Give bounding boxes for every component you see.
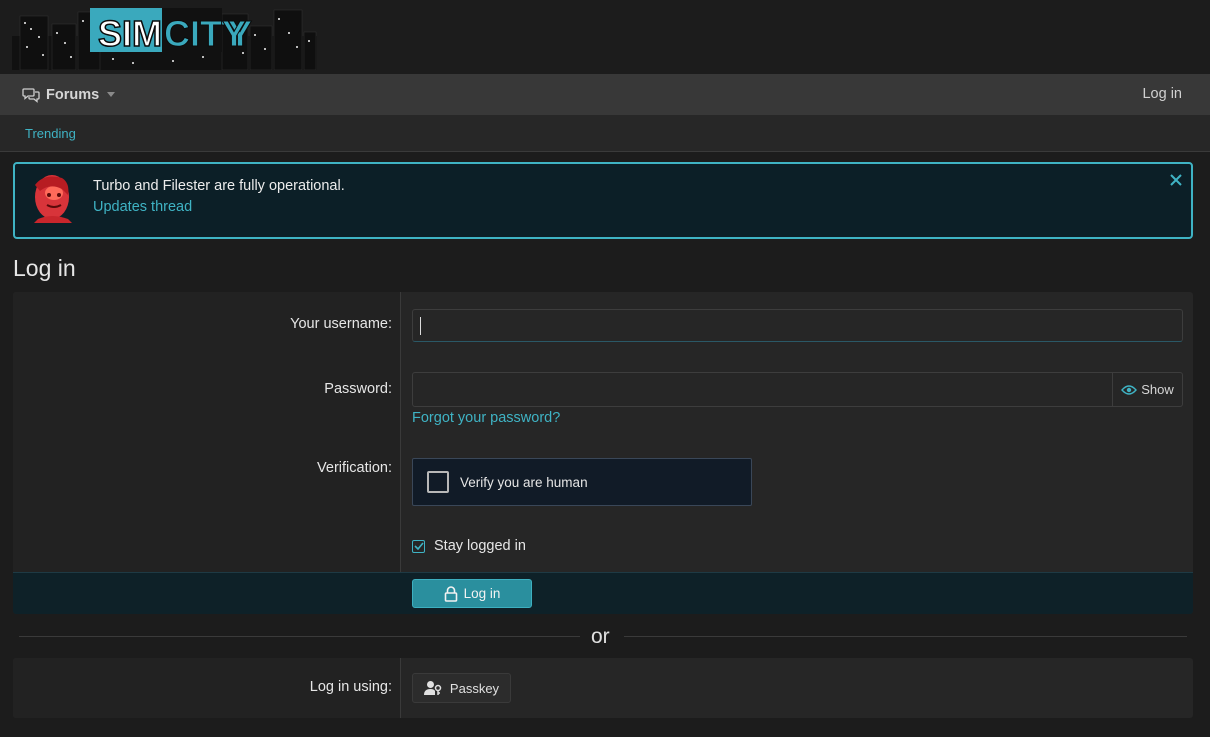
subnav-trending-link[interactable]: Trending	[25, 126, 76, 141]
page-title: Log in	[13, 255, 76, 281]
alt-login-block: Log in using: Passkey	[13, 658, 1193, 718]
login-using-label: Log in using:	[309, 679, 392, 695]
login-form: Your username: Password: Show Forgot you…	[13, 292, 1193, 614]
show-password-button[interactable]: Show	[1112, 373, 1182, 406]
user-key-icon	[423, 681, 442, 695]
captcha-widget: Verify you are human	[412, 458, 752, 506]
nav-forums-label: Forums	[46, 86, 100, 103]
text-cursor	[420, 317, 421, 335]
or-divider-text: or	[591, 625, 610, 648]
captcha-label: Verify you are human	[460, 474, 588, 490]
notice-avatar	[34, 175, 72, 223]
verification-label: Verification:	[317, 460, 392, 476]
show-password-label: Show	[1141, 382, 1174, 397]
check-icon	[413, 542, 424, 550]
checkbox-box[interactable]	[412, 539, 425, 553]
notice-banner: Turbo and Filester are fully operational…	[13, 162, 1193, 239]
username-input[interactable]	[412, 309, 1183, 342]
notice-message: Turbo and Filester are fully operational…	[93, 178, 345, 194]
notice-updates-link[interactable]: Updates thread	[93, 199, 192, 215]
main-navbar: Forums Log in	[0, 74, 1210, 115]
username-label: Your username:	[290, 316, 392, 332]
login-submit-button[interactable]: Log in	[412, 579, 532, 608]
nav-login-link[interactable]: Log in	[1142, 86, 1182, 102]
sub-navbar: Trending	[0, 115, 1210, 152]
divider-line-left	[19, 636, 580, 637]
passkey-label: Passkey	[449, 680, 500, 696]
login-submit-label: Log in	[463, 586, 501, 601]
divider-line-right	[624, 636, 1187, 637]
form-submit-row: Log in	[13, 572, 1193, 614]
lock-icon	[444, 585, 457, 602]
svg-text:CITY: CITY	[164, 13, 246, 54]
captcha-checkbox[interactable]	[427, 471, 449, 493]
chevron-down-icon[interactable]	[107, 92, 116, 97]
chat-bubbles-icon	[22, 87, 40, 103]
passkey-button[interactable]: Passkey	[412, 673, 511, 703]
form-label-column	[13, 292, 401, 572]
stay-logged-in-label: Stay logged in	[434, 538, 526, 554]
stay-logged-in-checkbox[interactable]: Stay logged in	[412, 538, 526, 554]
forgot-password-link[interactable]: Forgot your password?	[412, 410, 560, 426]
nav-forums-tab[interactable]: Forums	[22, 86, 116, 103]
site-logo[interactable]: SIMP CITY CITY	[12, 6, 317, 70]
eye-icon	[1121, 384, 1138, 395]
password-input[interactable]: Show	[412, 372, 1183, 407]
password-label: Password:	[324, 381, 392, 397]
site-header: SIMP CITY CITY	[0, 0, 1210, 74]
close-icon[interactable]	[1169, 173, 1183, 187]
